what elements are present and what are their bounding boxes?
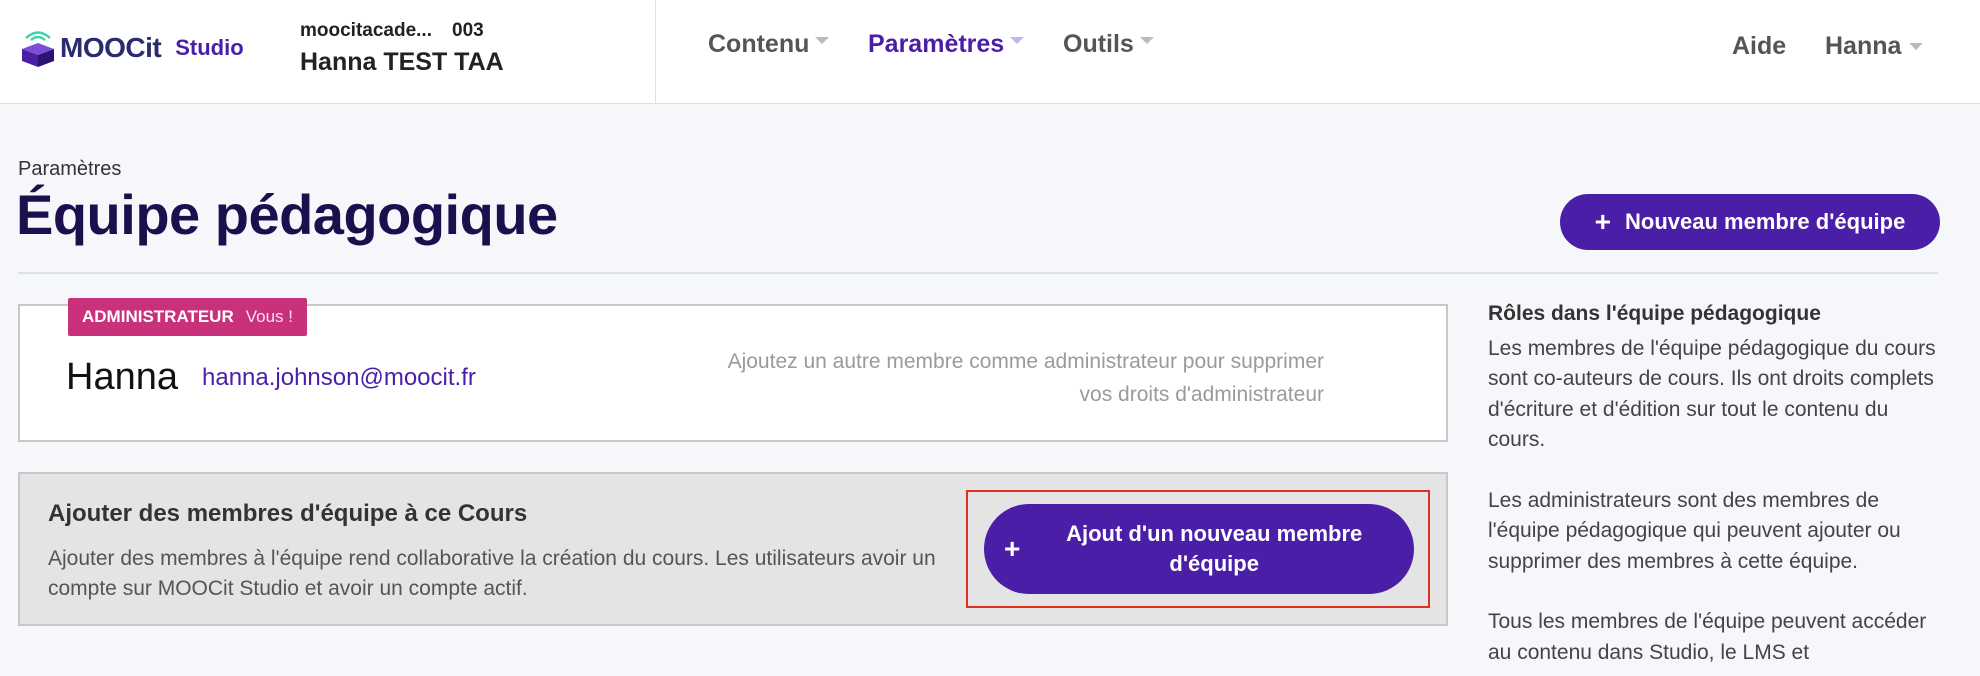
cube-logo-icon — [22, 31, 54, 67]
add-panel-text: Ajouter des membres à l'équipe rend coll… — [48, 547, 936, 601]
header-divider — [655, 0, 656, 104]
nav-contenu-label: Contenu — [708, 30, 810, 58]
course-info[interactable]: moocitacade... 003 Hanna TEST TAA — [300, 20, 504, 77]
member-card: ADMINISTRATEUR Vous ! Hanna hanna.johnso… — [18, 298, 1448, 442]
page-breadcrumb: Paramètres — [18, 158, 122, 180]
add-new-team-member-label: Ajout d'un nouveau membre d'équipe — [1066, 521, 1363, 576]
member-email-link[interactable]: hanna.johnson@moocit.fr — [202, 364, 476, 392]
course-name: Hanna TEST TAA — [300, 48, 504, 76]
moocit-logo[interactable]: MOOCit Studio — [20, 28, 244, 68]
new-team-member-button[interactable]: + Nouveau membre d'équipe — [1560, 194, 1940, 250]
nav-outils-label: Outils — [1063, 30, 1134, 58]
chevron-down-icon — [1010, 37, 1025, 44]
chevron-down-icon — [1909, 43, 1924, 50]
member-name: Hanna — [66, 356, 178, 398]
nav-parametres-label: Paramètres — [868, 30, 1005, 58]
logo-studio-text: Studio — [175, 35, 244, 60]
member-hint: Ajoutez un autre membre comme administra… — [727, 350, 1324, 406]
chevron-down-icon — [815, 37, 830, 44]
sidebar-title: Rôles dans l'équipe pédagogique — [1488, 302, 1821, 325]
plus-icon: + — [1004, 533, 1021, 565]
add-new-team-member-button[interactable]: + Ajout d'un nouveau membre d'équipe — [984, 504, 1414, 594]
chevron-down-icon — [1139, 37, 1154, 44]
user-menu[interactable]: Hanna — [1825, 32, 1924, 61]
help-link[interactable]: Aide — [1732, 32, 1786, 61]
sidebar-paragraph: Tous les membres de l'équipe peuvent acc… — [1488, 610, 1927, 664]
role-badge: ADMINISTRATEUR Vous ! — [68, 298, 307, 336]
new-team-member-label: Nouveau membre d'équipe — [1625, 209, 1906, 234]
nav-outils[interactable]: Outils — [1063, 30, 1154, 59]
title-divider — [18, 272, 1938, 274]
page-title: Équipe pédagogique — [16, 183, 558, 246]
sidebar-paragraph: Les membres de l'équipe pédagogique du c… — [1488, 337, 1936, 452]
course-org-name: moocitacade... — [300, 20, 432, 41]
user-name: Hanna — [1825, 32, 1902, 60]
course-number: 003 — [452, 20, 484, 41]
you-label: Vous ! — [245, 307, 293, 326]
course-org: moocitacade... 003 — [300, 20, 504, 42]
role-label: ADMINISTRATEUR — [82, 307, 234, 326]
roles-sidebar: Rôles dans l'équipe pédagogique Les memb… — [1488, 302, 1938, 676]
logo-text: MOOCit — [60, 32, 162, 63]
nav-parametres[interactable]: Paramètres — [868, 30, 1025, 59]
sidebar-paragraph: Les administrateurs sont des membres de … — [1488, 488, 1901, 573]
top-header: MOOCit Studio moocitacade... 003 Hanna TE… — [0, 0, 1980, 104]
plus-icon: + — [1594, 206, 1612, 237]
add-panel-title: Ajouter des membres d'équipe à ce Cours — [48, 500, 528, 527]
nav-contenu[interactable]: Contenu — [708, 30, 830, 59]
